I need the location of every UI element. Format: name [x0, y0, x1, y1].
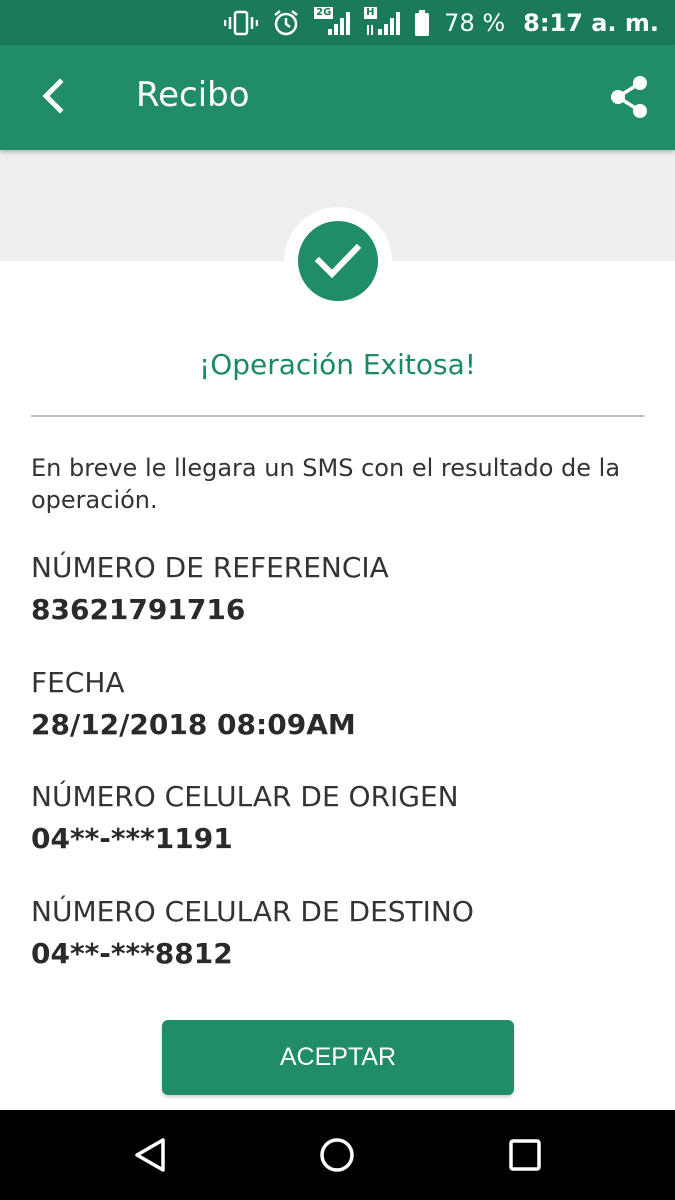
triangle-back-icon — [135, 1138, 165, 1172]
field-origin-phone: NÚMERO CELULAR DE ORIGEN 04**-***1191 — [31, 779, 459, 857]
square-recents-icon — [509, 1139, 541, 1171]
circle-home-icon — [320, 1138, 354, 1172]
nav-back-button[interactable] — [130, 1135, 170, 1175]
field-label: NÚMERO CELULAR DE DESTINO — [31, 895, 474, 928]
status-badge — [298, 221, 378, 301]
signal-h-icon: H — [364, 6, 401, 37]
alarm-icon — [272, 9, 300, 37]
check-icon — [314, 243, 362, 279]
status-time: 8:17 a. m. — [523, 8, 659, 37]
nav-home-button[interactable] — [317, 1135, 357, 1175]
field-value: 28/12/2018 08:09AM — [31, 708, 356, 741]
battery-percent: 78 % — [444, 8, 506, 37]
info-message: En breve le llegara un SMS con el result… — [31, 454, 621, 514]
field-label: NÚMERO CELULAR DE ORIGEN — [31, 780, 459, 813]
accept-button[interactable]: ACEPTAR — [162, 1020, 514, 1095]
signal-2g-icon: 2G — [314, 6, 351, 37]
network-h-label: H — [364, 6, 377, 19]
field-value: 83621791716 — [31, 593, 246, 626]
field-value: 04**-***8812 — [31, 937, 233, 970]
system-nav-bar — [0, 1110, 675, 1200]
divider — [31, 415, 644, 417]
field-date: FECHA 28/12/2018 08:09AM — [31, 665, 356, 743]
page-title: Recibo — [136, 75, 250, 115]
nav-recents-button[interactable] — [505, 1135, 545, 1175]
vibrate-icon — [224, 9, 259, 37]
app-bar: Recibo — [0, 45, 675, 150]
status-bar: 2G H 78 % 8:17 a. m. — [0, 0, 675, 45]
battery-icon — [414, 9, 430, 37]
network-2g-label: 2G — [314, 6, 334, 19]
success-title: ¡Operación Exitosa! — [198, 348, 476, 381]
field-value: 04**-***1191 — [31, 822, 233, 855]
field-label: NÚMERO DE REFERENCIA — [31, 551, 389, 584]
share-button[interactable] — [605, 73, 653, 121]
back-button[interactable] — [28, 71, 78, 121]
chevron-left-icon — [42, 78, 64, 114]
field-label: FECHA — [31, 666, 125, 699]
field-destination-phone: NÚMERO CELULAR DE DESTINO 04**-***8812 — [31, 894, 474, 972]
share-icon — [611, 76, 647, 118]
field-reference: NÚMERO DE REFERENCIA 83621791716 — [31, 550, 389, 628]
